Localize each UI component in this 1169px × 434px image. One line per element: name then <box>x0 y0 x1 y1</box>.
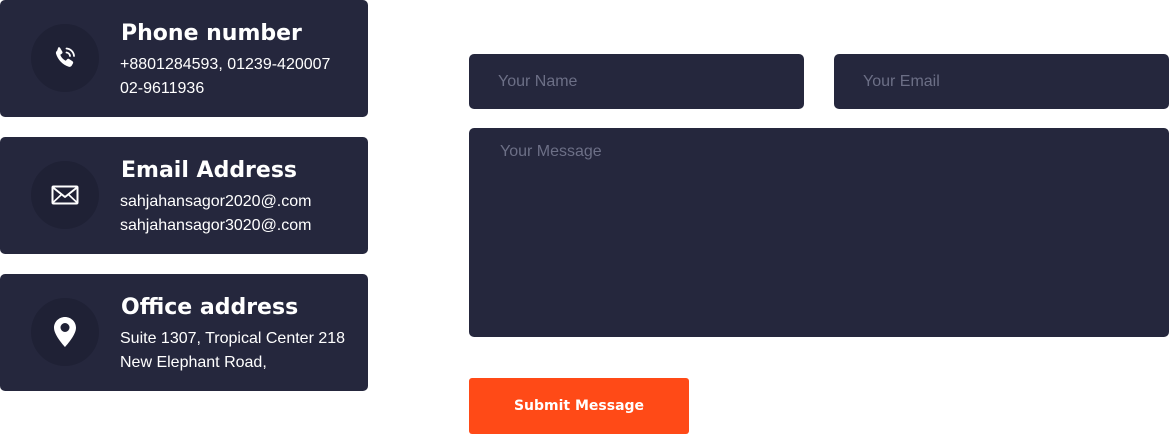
email-line-1: sahjahansagor2020@.com <box>120 193 312 210</box>
phone-icon <box>31 24 99 92</box>
contact-section: Phone number +8801284593, 01239-420007 0… <box>0 0 1169 434</box>
card-title: Email Address <box>121 158 298 183</box>
phone-line-2: 02-9611936 <box>120 80 205 97</box>
office-line-1: Suite 1307, Tropical Center 218 <box>120 330 346 347</box>
name-input[interactable] <box>469 54 804 109</box>
map-pin-icon <box>31 298 99 366</box>
envelope-icon <box>31 161 99 229</box>
email-line-2: sahjahansagor3020@.com <box>120 217 312 234</box>
card-title: Phone number <box>121 21 302 46</box>
message-textarea[interactable] <box>469 128 1169 337</box>
office-line-2: New Elephant Road, <box>120 354 267 371</box>
phone-info-card: Phone number +8801284593, 01239-420007 0… <box>0 0 368 117</box>
email-info-card: Email Address sahjahansagor2020@.com sah… <box>0 137 368 254</box>
submit-message-button[interactable]: Submit Message <box>469 378 689 434</box>
phone-line-1: +8801284593, 01239-420007 <box>120 56 331 73</box>
office-info-card: Office address Suite 1307, Tropical Cent… <box>0 274 368 391</box>
card-title: Office address <box>121 295 299 320</box>
email-input[interactable] <box>834 54 1169 109</box>
